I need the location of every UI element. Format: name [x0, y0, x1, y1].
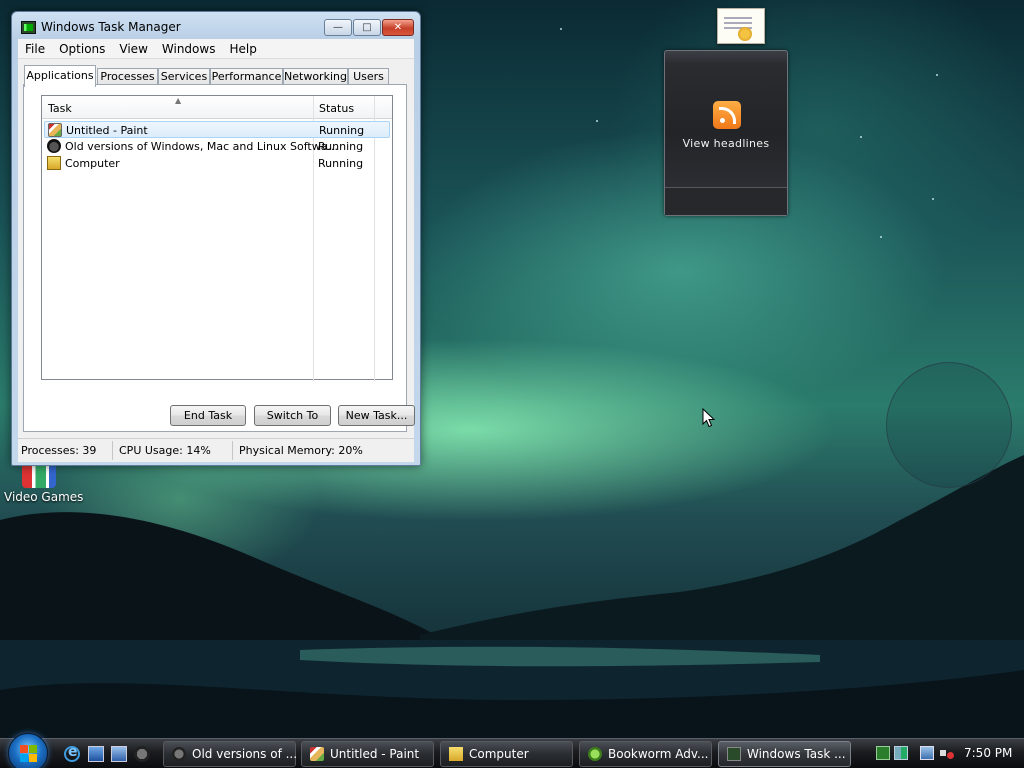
- row-status: Running: [319, 124, 365, 137]
- desktop-icon-label: Video Games: [4, 490, 84, 504]
- paint-icon: [310, 747, 324, 761]
- star: [596, 120, 598, 122]
- raccoon-icon: [172, 747, 186, 761]
- table-row[interactable]: Untitled - Paint Running: [44, 121, 390, 138]
- taskbar-button-paint[interactable]: Untitled - Paint: [301, 741, 434, 767]
- status-divider: [232, 441, 233, 460]
- status-divider: [112, 441, 113, 460]
- switch-windows-icon[interactable]: [111, 746, 127, 762]
- row-task-name: Computer: [65, 157, 120, 170]
- maximize-button[interactable]: □: [353, 19, 381, 36]
- column-header-status[interactable]: Status: [319, 102, 354, 115]
- table-row[interactable]: Old versions of Windows, Mac and Linux S…: [44, 138, 390, 155]
- taskbar: Old versions of ... Untitled - Paint Com…: [0, 733, 1024, 768]
- clock[interactable]: 7:50 PM: [964, 746, 1012, 760]
- taskbar-button-label: Computer: [469, 747, 529, 761]
- notification-area: 7:50 PM: [868, 739, 1024, 768]
- physical-memory: Physical Memory: 20%: [239, 444, 363, 457]
- internet-explorer-icon[interactable]: [64, 744, 80, 762]
- status-bar: Processes: 39 CPU Usage: 14% Physical Me…: [18, 438, 414, 462]
- end-task-button[interactable]: End Task: [170, 405, 246, 426]
- window-client-area: Applications Processes Services Performa…: [18, 59, 415, 438]
- minimize-button[interactable]: —: [324, 19, 352, 36]
- tray-security-icon[interactable]: [894, 746, 908, 760]
- star: [936, 74, 938, 76]
- start-button[interactable]: [8, 733, 48, 768]
- paint-icon: [48, 123, 62, 137]
- menu-file[interactable]: File: [18, 39, 52, 57]
- feed-headlines-gadget[interactable]: View headlines: [664, 50, 788, 216]
- new-task-button[interactable]: New Task...: [338, 405, 415, 426]
- column-header-task[interactable]: Task: [48, 102, 72, 115]
- mouse-pointer-icon: [702, 408, 716, 428]
- bookworm-icon: [588, 747, 602, 761]
- application-list[interactable]: ▲ Task Status Untitled - Paint Running O…: [41, 95, 393, 381]
- menu-view[interactable]: View: [112, 39, 154, 57]
- task-manager-icon: [727, 747, 741, 761]
- star: [880, 236, 882, 238]
- applications-panel: ▲ Task Status Untitled - Paint Running O…: [23, 84, 407, 432]
- star: [560, 28, 562, 30]
- cpu-usage: CPU Usage: 14%: [119, 444, 211, 457]
- sort-ascending-icon: ▲: [175, 96, 182, 105]
- menu-bar: File Options View Windows Help: [18, 39, 414, 59]
- computer-icon: [47, 156, 61, 170]
- processes-count: Processes: 39: [21, 444, 97, 457]
- certificate-icon[interactable]: [717, 8, 765, 44]
- gadget-headline-label[interactable]: View headlines: [665, 137, 787, 150]
- computer-icon: [449, 747, 463, 761]
- gadget-footer: [665, 187, 787, 215]
- network-icon[interactable]: [920, 746, 934, 760]
- star: [932, 198, 934, 200]
- star: [860, 136, 862, 138]
- table-row[interactable]: Computer Running: [44, 155, 390, 172]
- certificate-seal-icon: [738, 27, 752, 41]
- volume-muted-icon[interactable]: [940, 746, 954, 760]
- taskbar-button-label: Bookworm Adv...: [608, 747, 709, 761]
- menu-help[interactable]: Help: [222, 39, 263, 57]
- rss-icon: [713, 101, 741, 129]
- row-status: Running: [318, 140, 364, 153]
- list-header: ▲ Task Status: [42, 96, 392, 119]
- window-title: Windows Task Manager: [41, 20, 181, 34]
- task-manager-icon: [21, 21, 36, 34]
- title-bar[interactable]: Windows Task Manager — □ ✕: [12, 12, 420, 40]
- row-status: Running: [318, 157, 364, 170]
- windows-logo-icon: [20, 745, 37, 762]
- taskbar-button-label: Windows Task ...: [747, 747, 846, 761]
- close-button[interactable]: ✕: [382, 19, 414, 36]
- raccoon-quicklaunch-icon[interactable]: [134, 746, 150, 762]
- tray-app-icon[interactable]: [876, 746, 890, 760]
- taskbar-button-label: Untitled - Paint: [330, 747, 420, 761]
- taskbar-button-bookworm[interactable]: Bookworm Adv...: [579, 741, 712, 767]
- taskbar-button-label: Old versions of ...: [192, 747, 298, 761]
- row-task-name: Untitled - Paint: [66, 124, 148, 137]
- taskbar-button-task-manager[interactable]: Windows Task ...: [718, 741, 851, 767]
- menu-options[interactable]: Options: [52, 39, 112, 57]
- switch-to-button[interactable]: Switch To: [254, 405, 331, 426]
- menu-windows[interactable]: Windows: [155, 39, 223, 57]
- raccoon-icon: [47, 139, 61, 153]
- tab-applications[interactable]: Applications: [24, 65, 96, 87]
- certificate-lines: [724, 17, 752, 19]
- show-desktop-icon[interactable]: [88, 746, 104, 762]
- taskbar-button-computer[interactable]: Computer: [440, 741, 573, 767]
- task-manager-window[interactable]: Windows Task Manager — □ ✕ File Options Vi…: [11, 11, 421, 466]
- row-task-name: Old versions of Windows, Mac and Linux S…: [65, 140, 338, 153]
- taskbar-button-old-versions[interactable]: Old versions of ...: [163, 741, 298, 767]
- clock-gadget[interactable]: [886, 362, 1012, 488]
